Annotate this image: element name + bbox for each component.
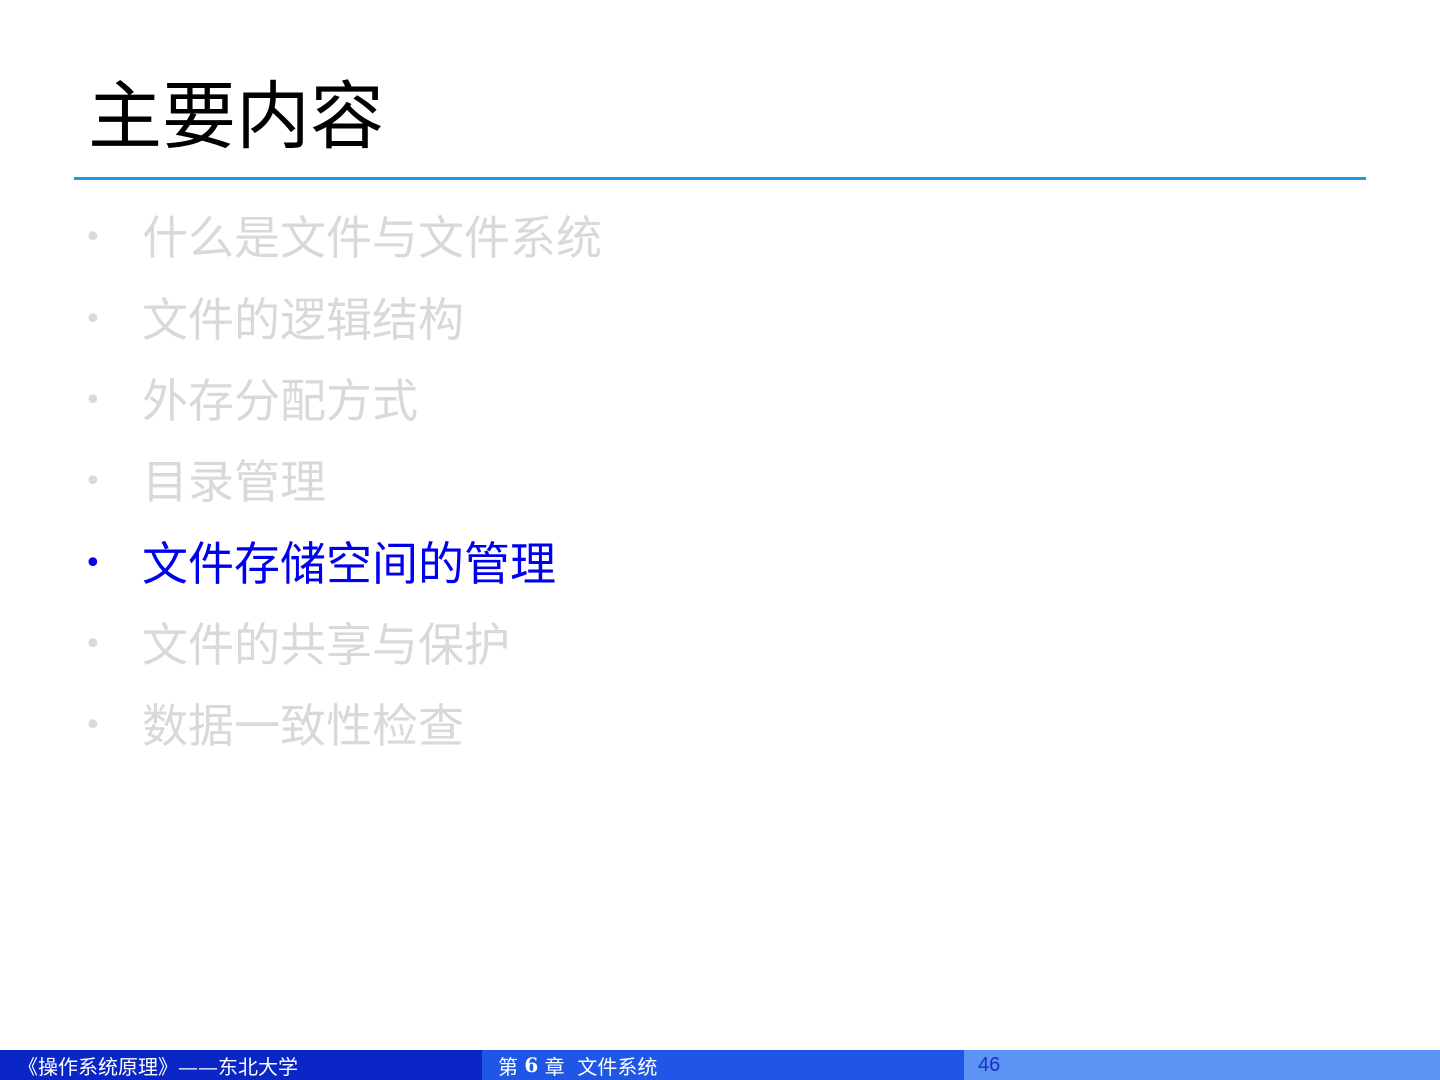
bullet-item-1: • 什么是文件与文件系统	[84, 206, 602, 270]
page-number: 46	[978, 1053, 1001, 1076]
bullet-dot: •	[84, 708, 102, 743]
bullet-dot: •	[84, 220, 102, 255]
bullet-item-7: • 数据一致性检查	[84, 694, 464, 758]
bullet-label: 文件的共享与保护	[142, 618, 510, 672]
bullet-dot: •	[84, 383, 102, 418]
bullet-item-3: • 外存分配方式	[84, 369, 418, 433]
bullet-label: 文件的逻辑结构	[142, 293, 464, 347]
footer-chapter: 第 6 章 文件系统	[482, 1050, 964, 1080]
bullet-dot: •	[84, 464, 102, 499]
bullet-item-2: • 文件的逻辑结构	[84, 288, 464, 352]
footer-course-text: 《操作系统原理》——东北大学	[18, 1054, 298, 1079]
bullet-list: • 什么是文件与文件系统 • 文件的逻辑结构 • 外存分配方式 • 目录管理 • 文件存储…	[0, 0, 1440, 800]
footer-bar: 《操作系统原理》——东北大学 第 6 章 文件系统 46	[0, 1050, 1440, 1080]
bullet-item-5: • 文件存储空间的管理	[84, 532, 556, 596]
footer-course: 《操作系统原理》——东北大学	[0, 1050, 482, 1080]
bullet-label: 目录管理	[142, 455, 326, 509]
bullet-label: 外存分配方式	[142, 374, 418, 428]
bullet-label: 文件存储空间的管理	[142, 537, 556, 591]
bullet-item-4: • 目录管理	[84, 450, 326, 514]
footer-chapter-number: 6	[524, 1053, 539, 1077]
bullet-dot: •	[84, 627, 102, 662]
footer-chapter-prefix: 第	[498, 1054, 518, 1079]
footer-page: 46	[964, 1050, 1440, 1080]
bullet-label: 数据一致性检查	[142, 699, 464, 753]
bullet-dot: •	[84, 302, 102, 337]
footer-chapter-suffix: 章 文件系统	[544, 1054, 658, 1079]
bullet-dot: •	[84, 546, 102, 581]
bullet-item-6: • 文件的共享与保护	[84, 613, 510, 677]
bullet-label: 什么是文件与文件系统	[142, 211, 602, 265]
